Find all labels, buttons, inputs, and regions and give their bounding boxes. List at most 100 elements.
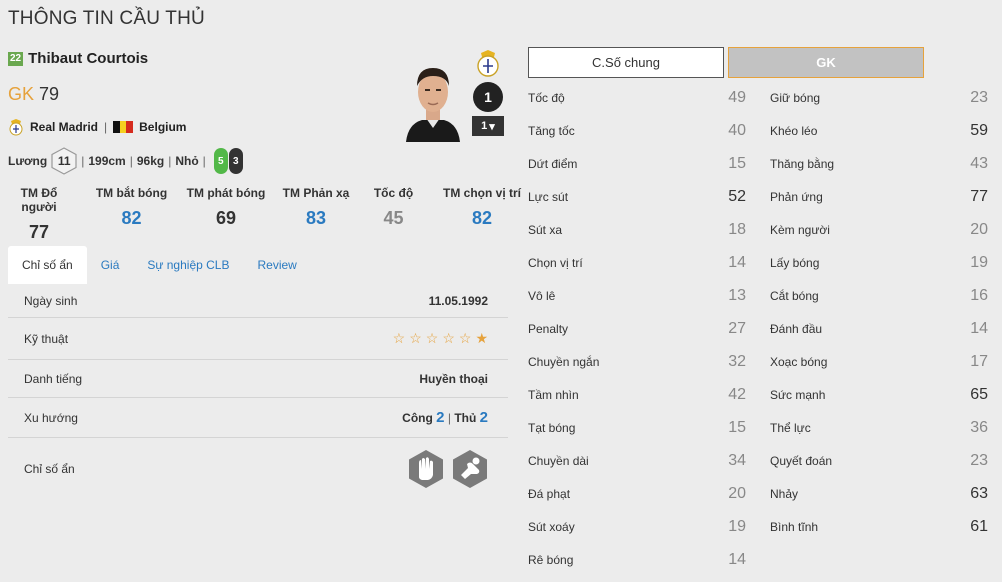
tm-stat-label: TM Phản xạ <box>282 186 350 200</box>
defense-value: 2 <box>479 409 488 426</box>
attribute-row: Dứt điểm 15 <box>528 147 746 180</box>
season-badge: 22 <box>8 51 24 66</box>
attribute-row: Thể lực 36 <box>770 411 988 444</box>
enhance-badges: 1 1 ▾ <box>471 48 505 136</box>
attribute-name: Cắt bóng <box>770 288 819 303</box>
attribute-value: 19 <box>970 253 988 271</box>
attribute-row: Đá phạt 20 <box>528 477 746 510</box>
chevron-down-icon: ▾ <box>489 120 495 133</box>
attribute-value: 49 <box>728 88 746 106</box>
goalkeeper-glove-icon[interactable] <box>408 449 444 489</box>
attribute-row: Chọn vị trí 14 <box>528 246 746 279</box>
gk-stats-button[interactable]: GK <box>728 47 924 78</box>
attribute-value: 14 <box>728 253 746 271</box>
player-name: Thibaut Courtois <box>28 50 149 67</box>
info-tabs: Chỉ số ẩn Giá Sự nghiệp CLB Review <box>8 246 508 284</box>
page-title: THÔNG TIN CẦU THỦ <box>8 8 205 29</box>
enhance-level: 1 <box>484 89 492 105</box>
attribute-name: Lực sút <box>528 189 569 204</box>
attribute-value: 15 <box>728 418 746 436</box>
attribute-name: Vô lê <box>528 288 556 303</box>
attribute-value: 17 <box>970 352 988 370</box>
star-icon: ☆ <box>442 330 455 346</box>
attribute-name: Xoạc bóng <box>770 354 828 369</box>
star-icon: ☆ <box>409 330 422 346</box>
separator: | <box>129 154 133 168</box>
attribute-name: Chuyền dài <box>528 453 589 468</box>
tm-stat-value: 45 <box>383 208 404 228</box>
attribute-name: Sút xa <box>528 222 563 237</box>
attribute-value: 16 <box>970 286 988 304</box>
position-label: GK <box>8 84 35 104</box>
attribute-name: Quyết đoán <box>770 453 833 468</box>
birthday-value: 11.05.1992 <box>428 293 488 308</box>
club-nation-row: Real Madrid | Belgium <box>8 118 186 136</box>
birthday-label: Ngày sinh <box>24 293 78 308</box>
star-icon: ★ <box>475 330 488 346</box>
attribute-value: 14 <box>970 319 988 337</box>
tm-stat-label: Tốc độ <box>373 186 414 200</box>
nation-name[interactable]: Belgium <box>139 120 186 134</box>
attributes-left-column: Tốc độ 49 Tăng tốc 40 Dứt điểm 15 Lực sút 52 Sút… <box>528 81 746 576</box>
attribute-name: Phản ứng <box>770 189 823 204</box>
attribute-row: Vô lê 13 <box>528 279 746 312</box>
position-overall: GK 79 <box>8 84 59 105</box>
attribute-name: Sức mạnh <box>770 387 826 402</box>
right-foot-icon: 3 <box>228 148 243 174</box>
attribute-value: 42 <box>728 385 746 403</box>
attribute-row: Lấy bóng 19 <box>770 246 988 279</box>
attribute-value: 34 <box>728 451 746 469</box>
attack-label: Công <box>402 411 433 425</box>
long-throw-icon[interactable] <box>452 449 488 489</box>
attribute-row: Bình tĩnh 61 <box>770 510 988 543</box>
attribute-name: Penalty <box>528 321 569 336</box>
belgium-flag-icon <box>113 121 134 133</box>
tm-stat-label: TM Đổ người <box>20 186 58 214</box>
tab-price[interactable]: Giá <box>87 246 134 284</box>
tm-stat-value: 77 <box>28 222 50 242</box>
left-foot-icon: 5 <box>213 148 228 174</box>
attribute-value: 14 <box>728 550 746 568</box>
attribute-row: Tăng tốc 40 <box>528 114 746 147</box>
overall-rating: 79 <box>39 84 60 104</box>
separator: | <box>81 154 85 168</box>
salary-badge: 11 <box>51 147 77 175</box>
attribute-row: Nhảy 63 <box>770 477 988 510</box>
enhance-level-select[interactable]: 1 ▾ <box>472 116 504 136</box>
star-icon: ☆ <box>458 330 472 346</box>
attribute-name: Thể lực <box>770 420 811 435</box>
attribute-row: Chuyền ngắn 32 <box>528 345 746 378</box>
tm-stat: TM chọn vị trí 82 <box>426 186 538 229</box>
separator: | <box>168 154 172 168</box>
attribute-name: Tạt bóng <box>528 420 576 435</box>
attribute-name: Khéo léo <box>770 123 818 138</box>
attribute-value: 23 <box>970 88 988 106</box>
work-rate-value: Công 2 | Thủ 2 <box>402 409 488 426</box>
hidden-stats-panel: Ngày sinh 11.05.1992 Kỹ thuật ☆ ☆ ☆ ☆ ☆ ★ Dan… <box>8 284 508 502</box>
player-info-page: THÔNG TIN CẦU THỦ 22 Thibaut Courtois GK… <box>0 0 1002 582</box>
weight-value: 96kg <box>136 154 165 168</box>
attribute-name: Lấy bóng <box>770 255 820 270</box>
attribute-value: 23 <box>970 451 988 469</box>
foot-rating: 5 3 <box>213 148 243 174</box>
star-icon: ☆ <box>392 330 406 346</box>
salary-label: Lương <box>8 154 48 168</box>
hidden-traits-row: Chỉ số ẩn <box>8 438 508 500</box>
attribute-row: Cắt bóng 16 <box>770 279 988 312</box>
attribute-name: Tốc độ <box>528 90 565 105</box>
attribute-row: Tầm nhìn 42 <box>528 378 746 411</box>
tab-review[interactable]: Review <box>243 246 310 284</box>
attribute-value: 59 <box>970 121 988 139</box>
attribute-name: Thăng bằng <box>770 156 835 171</box>
attribute-value: 20 <box>728 484 746 502</box>
tab-club-career[interactable]: Sự nghiệp CLB <box>133 246 243 284</box>
attribute-value: 32 <box>728 352 746 370</box>
general-stats-button[interactable]: C.Số chung <box>528 47 724 78</box>
attribute-row: Chuyền dài 34 <box>528 444 746 477</box>
skill-stars: ☆ ☆ ☆ ☆ ☆ ★ <box>393 330 488 347</box>
tm-stat-label: TM chọn vị trí <box>443 186 521 200</box>
attribute-name: Đánh đầu <box>770 321 823 336</box>
club-name[interactable]: Real Madrid <box>30 120 98 134</box>
tm-stat: TM bắt bóng 82 <box>84 186 179 229</box>
tab-hidden-stats[interactable]: Chỉ số ẩn <box>8 246 87 284</box>
